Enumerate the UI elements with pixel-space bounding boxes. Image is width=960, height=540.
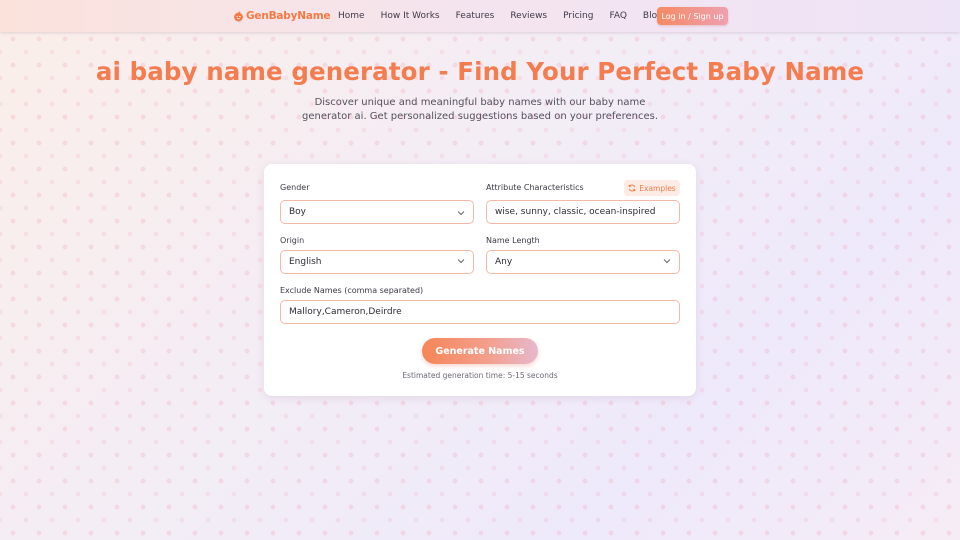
name-length-select[interactable]: Any (486, 250, 680, 274)
chevron-down-icon (457, 259, 465, 264)
exclude-names-input[interactable]: Mallory,Cameron,Deirdre (280, 300, 680, 324)
nav-how-it-works[interactable]: How It Works (381, 11, 440, 21)
attributes-value: wise, sunny, classic, ocean-inspired (495, 207, 656, 217)
exclude-label: Exclude Names (comma separated) (280, 286, 424, 295)
examples-button[interactable]: Examples (624, 180, 680, 196)
top-nav-bar: GenBabyName Home How It Works Features R… (0, 0, 960, 32)
name-length-value: Any (495, 257, 513, 267)
page-title: ai baby name generator - Find Your Perfe… (95, 57, 865, 86)
logo[interactable]: GenBabyName (233, 9, 331, 23)
refresh-icon (628, 184, 636, 192)
origin-value: English (289, 257, 322, 267)
gender-label: Gender (280, 183, 310, 192)
baby-face-icon (234, 11, 243, 21)
nav-reviews[interactable]: Reviews (510, 11, 547, 21)
origin-select[interactable]: English (280, 250, 474, 274)
chevron-down-icon (663, 259, 671, 264)
nav-faq[interactable]: FAQ (609, 11, 626, 21)
origin-label: Origin (280, 236, 305, 245)
examples-label: Examples (639, 183, 676, 193)
estimated-time-text: Estimated generation time: 5-15 seconds (402, 371, 558, 380)
nav-pricing[interactable]: Pricing (563, 11, 593, 21)
logo-text: GenBabyName (246, 10, 331, 22)
exclude-value: Mallory,Cameron,Deirdre (289, 307, 402, 317)
name-length-label: Name Length (486, 236, 540, 245)
nav-home[interactable]: Home (338, 11, 365, 21)
login-signup-button[interactable]: Log in / Sign up (657, 7, 728, 25)
main-nav: Home How It Works Features Reviews Prici… (338, 10, 679, 22)
page-subtitle: Discover unique and meaningful baby name… (301, 97, 658, 122)
chevron-down-icon (457, 211, 465, 216)
generate-names-button[interactable]: Generate Names (422, 338, 538, 364)
gender-value: Boy (289, 207, 307, 217)
nav-features[interactable]: Features (456, 11, 495, 21)
generator-form-card: Gender Boy Attribute Characteristics Exa… (264, 164, 696, 396)
attributes-input[interactable]: wise, sunny, classic, ocean-inspired (486, 200, 680, 224)
attributes-label: Attribute Characteristics (486, 183, 584, 192)
gender-select[interactable]: Boy (280, 200, 474, 224)
